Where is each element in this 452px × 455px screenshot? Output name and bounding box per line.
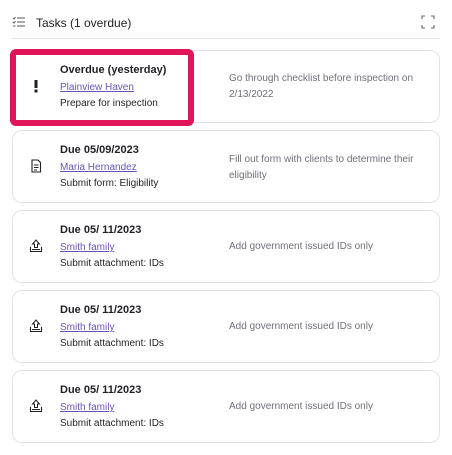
task-card[interactable]: Overdue (yesterday) Plainview Haven Prep… xyxy=(12,50,440,123)
upload-icon xyxy=(29,238,43,254)
task-description: Add government issued IDs only xyxy=(229,321,373,332)
task-card[interactable]: Due 05/ 11/2023 Smith family Submit atta… xyxy=(12,290,440,363)
task-client-link[interactable]: Maria Hernandez xyxy=(60,162,137,174)
checklist-icon xyxy=(12,16,25,27)
expand-icon[interactable] xyxy=(421,15,435,29)
task-card[interactable]: Due 05/09/2023 Maria Hernandez Submit fo… xyxy=(12,130,440,203)
exclamation-icon xyxy=(29,78,43,94)
task-description: Add government issued IDs only xyxy=(229,401,373,412)
upload-icon xyxy=(29,398,43,414)
task-due-title: Overdue (yesterday) xyxy=(60,64,167,76)
tasks-title: Tasks (1 overdue) xyxy=(36,16,132,30)
task-client-link[interactable]: Smith family xyxy=(60,242,114,254)
tasks-header: Tasks (1 overdue) xyxy=(0,0,452,44)
task-card[interactable]: Due 05/ 11/2023 Smith family Submit atta… xyxy=(12,210,440,283)
task-card[interactable]: Due 05/ 11/2023 Smith family Submit atta… xyxy=(12,370,440,443)
task-subtitle: Submit form: Eligibility xyxy=(60,178,159,189)
task-subtitle: Prepare for inspection xyxy=(60,98,158,109)
task-due-title: Due 05/ 11/2023 xyxy=(60,304,142,316)
task-subtitle: Submit attachment: IDs xyxy=(60,258,164,269)
task-due-title: Due 05/09/2023 xyxy=(60,144,139,156)
header-divider xyxy=(12,38,440,39)
task-subtitle: Submit attachment: IDs xyxy=(60,418,164,429)
task-client-link[interactable]: Smith family xyxy=(60,322,114,334)
task-description: Fill out form with clients to determine … xyxy=(229,154,414,181)
task-due-title: Due 05/ 11/2023 xyxy=(60,224,142,236)
task-client-link[interactable]: Smith family xyxy=(60,402,114,414)
task-description: Go through checklist before inspection o… xyxy=(229,73,413,100)
task-subtitle: Submit attachment: IDs xyxy=(60,338,164,349)
task-due-title: Due 05/ 11/2023 xyxy=(60,384,142,396)
form-icon xyxy=(29,158,43,174)
task-description: Add government issued IDs only xyxy=(229,241,373,252)
task-client-link[interactable]: Plainview Haven xyxy=(60,82,134,94)
upload-icon xyxy=(29,318,43,334)
